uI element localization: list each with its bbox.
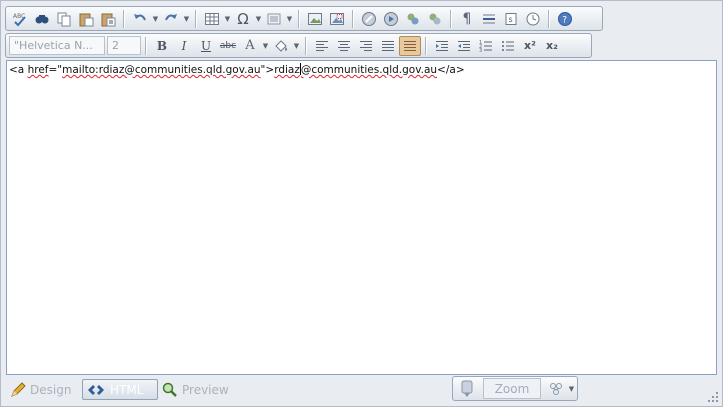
- copy-icon[interactable]: [53, 9, 75, 29]
- preview-mode-label: Preview: [182, 382, 229, 397]
- link-text-part1: rdiaz: [274, 64, 300, 76]
- align-right-icon[interactable]: [355, 36, 377, 56]
- design-mode-tab[interactable]: Design: [10, 379, 74, 400]
- undo-dropdown-icon[interactable]: ▼: [151, 9, 160, 29]
- list-dropdown-icon[interactable]: ▼: [285, 9, 294, 29]
- main-toolbar: ABC ▼ ▼ ▼ Ω ▼ ▼ ¶ s ?: [5, 6, 603, 31]
- unordered-list-icon[interactable]: [497, 36, 519, 56]
- svg-text:3: 3: [479, 48, 482, 54]
- attr-eq: =": [48, 64, 63, 76]
- design-mode-label: Design: [30, 382, 72, 397]
- justify-icon[interactable]: [377, 36, 399, 56]
- find-icon[interactable]: [31, 9, 53, 29]
- table-dropdown-icon[interactable]: ▼: [223, 9, 232, 29]
- mode-bar: Design HTML Preview Zoom ▼: [1, 376, 722, 406]
- spellcheck-icon[interactable]: ABC: [9, 9, 31, 29]
- toolbar-separator: [298, 9, 300, 28]
- font-color-dropdown-icon[interactable]: ▼: [261, 36, 270, 56]
- tag-open: <a: [9, 64, 28, 76]
- html-mode-tab[interactable]: HTML: [82, 379, 158, 400]
- attr-name: href: [27, 64, 49, 76]
- link-manager-icon[interactable]: [402, 9, 424, 29]
- table-icon[interactable]: [201, 9, 223, 29]
- toolbar-separator: [145, 36, 147, 55]
- svg-text:s: s: [509, 15, 513, 24]
- format-toolbar: "Helvetica N... 2 B I U abc A ▼ ▼ 1 2 3 …: [5, 33, 592, 58]
- ordered-list-icon[interactable]: 123: [475, 36, 497, 56]
- svg-text:?: ?: [562, 15, 567, 25]
- font-size-select[interactable]: 2: [107, 36, 141, 55]
- zoom-thumb-icon[interactable]: [453, 379, 481, 399]
- help-icon[interactable]: ?: [554, 9, 576, 29]
- toolbar-separator: [352, 9, 354, 28]
- link-text-part2: @communities.qld.gov.au: [300, 64, 438, 76]
- font-color-button[interactable]: A: [239, 36, 261, 56]
- undo-icon[interactable]: [129, 9, 151, 29]
- paragraph-icon[interactable]: ¶: [456, 9, 478, 29]
- hyperlink-icon[interactable]: [358, 9, 380, 29]
- italic-button[interactable]: I: [173, 36, 195, 56]
- redo-dropdown-icon[interactable]: ▼: [182, 9, 191, 29]
- align-left-icon[interactable]: [311, 36, 333, 56]
- html-mode-label: HTML: [110, 382, 144, 397]
- preview-mode-tab[interactable]: Preview: [162, 379, 232, 400]
- highlight-color-icon[interactable]: [270, 36, 292, 56]
- unlink-icon[interactable]: [424, 9, 446, 29]
- html-source-area[interactable]: <a href="mailto:rdiaz@communities.qld.go…: [6, 60, 717, 375]
- toolbar-separator: [548, 9, 550, 28]
- module-manager-icon[interactable]: [545, 379, 567, 399]
- zoom-select[interactable]: Zoom: [483, 378, 541, 399]
- resize-grip-icon[interactable]: [708, 392, 718, 402]
- highlight-dropdown-icon[interactable]: ▼: [292, 36, 301, 56]
- pencil-icon: [11, 381, 26, 397]
- bold-button[interactable]: B: [151, 36, 173, 56]
- indent-icon[interactable]: [431, 36, 453, 56]
- module-manager-dropdown-icon[interactable]: ▼: [567, 379, 576, 399]
- toolbar-separator: [123, 9, 125, 28]
- zoom-toolbar: Zoom ▼: [452, 376, 578, 401]
- paste-icon[interactable]: [75, 9, 97, 29]
- page-properties-icon[interactable]: s: [500, 9, 522, 29]
- align-center-icon[interactable]: [333, 36, 355, 56]
- font-name-select[interactable]: "Helvetica N...: [9, 36, 105, 55]
- image-icon[interactable]: [304, 9, 326, 29]
- special-char-dropdown-icon[interactable]: ▼: [254, 9, 263, 29]
- flash-icon[interactable]: [380, 9, 402, 29]
- html-source-line: <a href="mailto:rdiaz@communities.qld.go…: [9, 63, 714, 76]
- horizontal-rule-icon[interactable]: [478, 9, 500, 29]
- paste-text-icon[interactable]: [97, 9, 119, 29]
- attr-close: ">: [260, 64, 275, 76]
- rich-text-editor: ABC ▼ ▼ ▼ Ω ▼ ▼ ¶ s ? "Helvetica N... 2 …: [0, 0, 723, 407]
- image-map-icon[interactable]: [326, 9, 348, 29]
- toolbar-separator: [195, 9, 197, 28]
- toolbar-separator: [305, 36, 307, 55]
- underline-button[interactable]: U: [195, 36, 217, 56]
- subscript-button[interactable]: x₂: [541, 36, 563, 56]
- attr-value: mailto:rdiaz@communities.qld.gov.au: [62, 64, 261, 76]
- special-char-icon[interactable]: Ω: [232, 9, 254, 29]
- html-code-icon: [88, 384, 104, 395]
- datetime-icon[interactable]: [522, 9, 544, 29]
- superscript-button[interactable]: x²: [519, 36, 541, 56]
- toolbar-separator: [425, 36, 427, 55]
- redo-icon[interactable]: [160, 9, 182, 29]
- list-icon[interactable]: [263, 9, 285, 29]
- toolbar-separator: [450, 9, 452, 28]
- tag-close: </a>: [437, 64, 465, 76]
- align-none-icon[interactable]: [399, 35, 421, 56]
- magnifier-icon: [162, 382, 177, 397]
- outdent-icon[interactable]: [453, 36, 475, 56]
- strikethrough-button[interactable]: abc: [217, 36, 239, 56]
